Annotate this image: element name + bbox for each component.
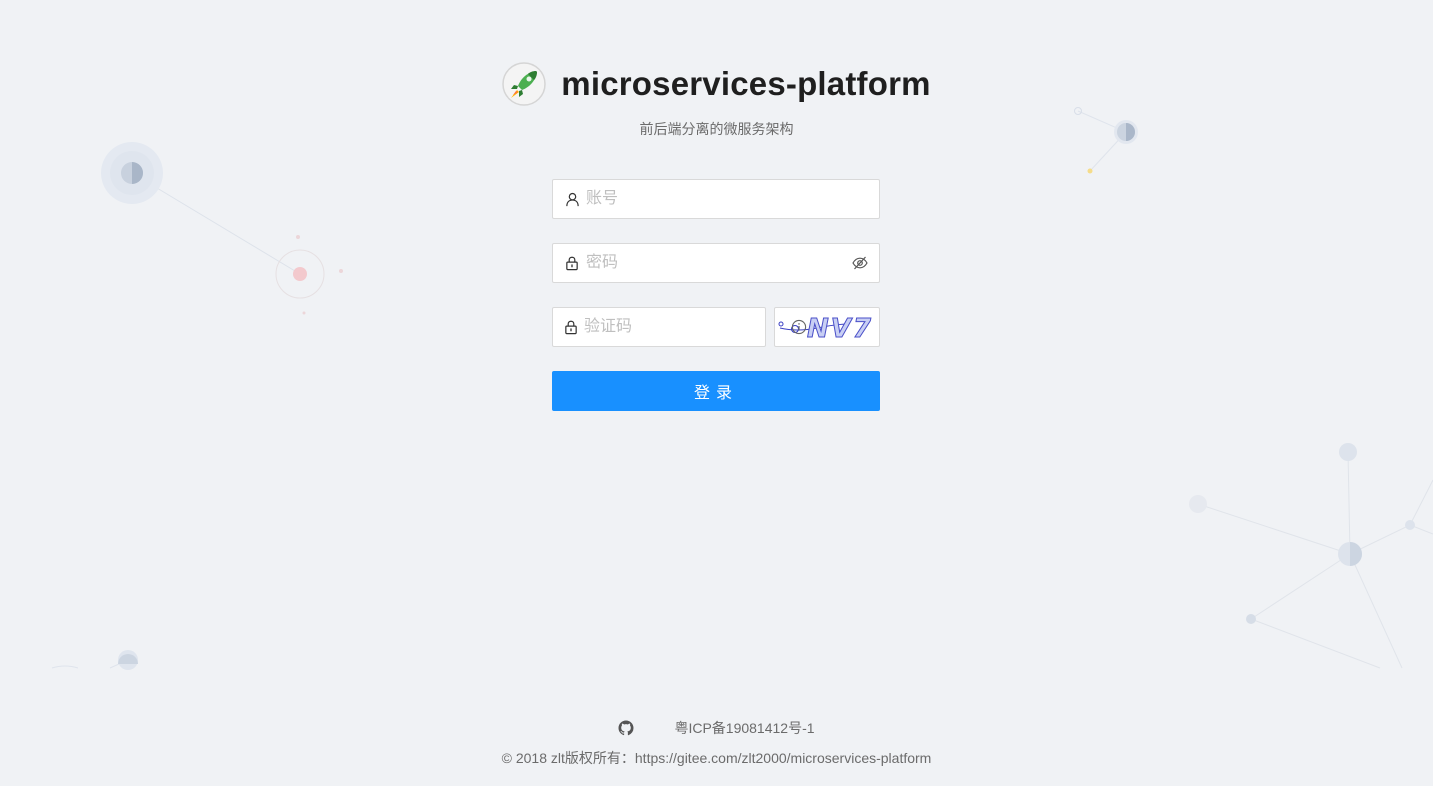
info-circle-icon[interactable] <box>791 318 807 336</box>
captcha-field[interactable] <box>552 307 807 347</box>
app-subtitle: 前后端分离的微服务架构 <box>639 121 794 137</box>
user-icon <box>564 191 580 207</box>
captcha-text: NV7 <box>807 314 873 344</box>
login-page: microservices-platform 前后端分离的微服务架构 账号 验证… <box>0 0 1433 786</box>
brand-header: microservices-platform <box>0 62 1433 106</box>
lock-icon <box>564 255 580 271</box>
username-field[interactable] <box>552 179 880 219</box>
footer-links: 粤ICP备19081412号-1 <box>0 718 1433 738</box>
username-input[interactable] <box>586 181 879 217</box>
login-button[interactable]: 登录 <box>552 371 880 411</box>
username-row <box>552 179 880 219</box>
captcha-row: NV7 <box>552 307 880 347</box>
captcha-input[interactable] <box>584 309 791 345</box>
copyright-text: © 2018 zlt版权所有：https://gitee.com/zlt2000… <box>501 750 932 766</box>
rocket-logo-icon <box>502 62 547 106</box>
eye-invisible-icon[interactable] <box>851 254 869 272</box>
password-row <box>552 243 880 283</box>
app-title: microservices-platform <box>561 65 931 102</box>
icp-link[interactable]: 粤ICP备19081412号-1 <box>674 718 814 738</box>
password-field[interactable] <box>552 243 880 283</box>
github-icon[interactable] <box>618 720 634 736</box>
password-input[interactable] <box>586 245 851 281</box>
lock-icon <box>564 319 578 335</box>
